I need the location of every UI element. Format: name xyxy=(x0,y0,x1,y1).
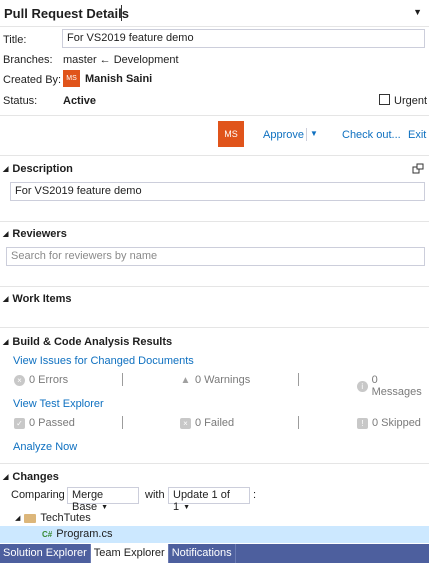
collapse-triangle-icon: ◢ xyxy=(3,231,9,238)
tab-solution-explorer[interactable]: Solution Explorer xyxy=(0,544,91,563)
approve-dropdown-icon[interactable]: ▼ xyxy=(310,129,318,138)
changes-heading: Changes xyxy=(12,471,59,483)
work-items-section-header[interactable]: ◢ Work Items xyxy=(3,293,71,305)
creator-name[interactable]: Manish Saini xyxy=(85,73,152,85)
created-by-label: Created By: xyxy=(3,74,62,86)
status-value: Active xyxy=(63,95,97,107)
warnings-label: 0 Warnings xyxy=(195,374,251,386)
branches-value: master ← Development xyxy=(63,54,179,66)
view-issues-link[interactable]: View Issues for Changed Documents xyxy=(13,355,194,367)
separator xyxy=(298,373,299,386)
analyze-now-link[interactable]: Analyze Now xyxy=(13,441,77,453)
passed-count: ✓ 0 Passed xyxy=(14,417,75,429)
compare-from-select[interactable]: Merge Base ▼ xyxy=(67,487,139,513)
test-failed-icon: × xyxy=(180,417,191,429)
comparing-label: Comparing xyxy=(11,489,65,501)
test-skipped-icon: ! xyxy=(357,417,368,429)
description-input[interactable]: For VS2019 feature demo xyxy=(10,182,425,201)
skipped-count: ! 0 Skipped xyxy=(357,417,421,429)
messages-label: 0 Messages xyxy=(371,374,422,398)
comparing-colon: : xyxy=(253,489,257,501)
reviewers-search-input[interactable]: Search for reviewers by name xyxy=(6,247,425,266)
separator xyxy=(122,373,123,386)
compare-from-value: Merge Base xyxy=(72,489,104,513)
error-icon: × xyxy=(14,374,25,386)
description-section-header[interactable]: ◢ Description xyxy=(3,163,73,175)
separator xyxy=(298,416,299,429)
tree-folder-row[interactable]: ◢ TechTutes xyxy=(15,512,91,524)
tab-team-explorer[interactable]: Team Explorer xyxy=(90,544,169,563)
title-input[interactable]: For VS2019 feature demo xyxy=(62,29,425,48)
with-label: with xyxy=(145,489,165,501)
collapse-triangle-icon: ◢ xyxy=(3,166,9,173)
collapse-triangle-icon: ◢ xyxy=(3,339,9,346)
tree-file-row[interactable]: C# Program.cs xyxy=(42,528,112,540)
tool-window-tabs: Solution Explorer Team Explorer Notifica… xyxy=(0,544,429,563)
approve-separator xyxy=(306,128,307,141)
tab-notifications[interactable]: Notifications xyxy=(169,544,236,563)
creator-avatar: MS xyxy=(63,70,80,87)
collapse-triangle-icon: ◢ xyxy=(3,296,9,303)
branches-label: Branches: xyxy=(3,54,53,66)
csharp-file-icon: C# xyxy=(42,529,53,539)
test-passed-icon: ✓ xyxy=(14,417,25,429)
build-heading: Build & Code Analysis Results xyxy=(12,336,173,348)
separator xyxy=(122,416,123,429)
compare-to-value: Update 1 of 1 xyxy=(173,489,230,513)
passed-label: 0 Passed xyxy=(29,417,75,429)
errors-label: 0 Errors xyxy=(29,374,69,386)
failed-count: × 0 Failed xyxy=(180,417,234,429)
compare-to-select[interactable]: Update 1 of 1 ▼ xyxy=(168,487,250,513)
expand-triangle-icon[interactable]: ◢ xyxy=(15,514,20,522)
edit-description-icon[interactable] xyxy=(412,163,424,174)
changes-section-header[interactable]: ◢ Changes xyxy=(3,471,59,483)
text-cursor xyxy=(121,5,122,21)
work-items-heading: Work Items xyxy=(12,293,72,305)
divider xyxy=(0,463,429,464)
failed-label: 0 Failed xyxy=(195,417,235,429)
chevron-down-icon: ▼ xyxy=(101,504,109,511)
panel-header: Pull Request Details ▼ xyxy=(0,0,429,27)
status-label: Status: xyxy=(3,95,38,107)
exit-button[interactable]: Exit xyxy=(408,129,426,141)
title-label: Title: xyxy=(3,34,27,46)
header-dropdown-icon[interactable]: ▼ xyxy=(413,7,422,17)
warning-icon: ▲ xyxy=(180,374,191,386)
description-heading: Description xyxy=(12,163,73,175)
info-icon: i xyxy=(357,380,368,392)
divider xyxy=(0,155,429,156)
urgent-label: Urgent xyxy=(394,95,428,107)
page-title: Pull Request Details xyxy=(4,6,129,21)
messages-count: i0 Messages xyxy=(357,374,429,398)
checkout-button[interactable]: Check out... xyxy=(342,129,401,141)
build-section-header[interactable]: ◢ Build & Code Analysis Results xyxy=(3,336,172,348)
warnings-count: ▲ 0 Warnings xyxy=(180,374,251,386)
errors-count: × 0 Errors xyxy=(14,374,68,386)
file-label: Program.cs xyxy=(56,528,113,540)
approve-button[interactable]: Approve xyxy=(263,129,304,141)
chevron-down-icon: ▼ xyxy=(183,504,191,511)
reviewers-section-header[interactable]: ◢ Reviewers xyxy=(3,228,67,240)
reviewer-avatar: MS xyxy=(218,121,244,147)
divider xyxy=(0,115,429,116)
skipped-label: 0 Skipped xyxy=(372,417,421,429)
reviewers-heading: Reviewers xyxy=(12,228,67,240)
urgent-checkbox[interactable] xyxy=(379,94,390,105)
folder-label: TechTutes xyxy=(40,512,91,524)
divider xyxy=(0,327,429,328)
view-test-explorer-link[interactable]: View Test Explorer xyxy=(13,398,104,410)
folder-icon xyxy=(24,513,37,523)
divider xyxy=(0,221,429,222)
collapse-triangle-icon: ◢ xyxy=(3,474,9,481)
divider xyxy=(0,286,429,287)
